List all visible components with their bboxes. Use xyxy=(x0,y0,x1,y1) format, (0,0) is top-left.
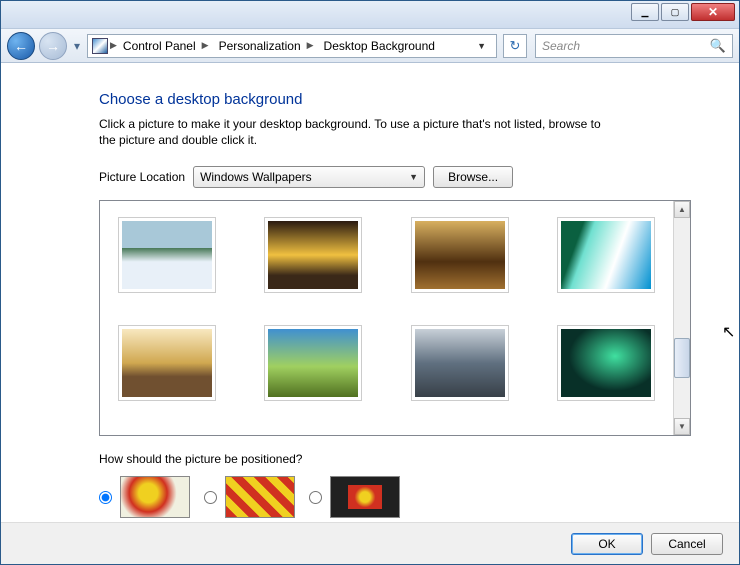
picture-location-value: Windows Wallpapers xyxy=(200,170,312,184)
maximize-button[interactable]: ▢ xyxy=(661,3,689,21)
scroll-down-button[interactable]: ▼ xyxy=(674,418,690,435)
scrollbar[interactable]: ▲ ▼ xyxy=(673,201,690,435)
wallpaper-thumb[interactable] xyxy=(264,325,362,401)
breadcrumb-personalization[interactable]: Personalization ▶ xyxy=(215,35,318,57)
page-title: Choose a desktop background xyxy=(99,91,691,108)
back-button[interactable]: ← xyxy=(7,32,35,60)
breadcrumb-label: Personalization xyxy=(219,39,301,53)
breadcrumb-label: Desktop Background xyxy=(324,39,435,53)
address-dropdown-icon[interactable]: ▼ xyxy=(471,41,492,51)
chevron-right-icon[interactable]: ▶ xyxy=(202,40,209,51)
position-preview-tile xyxy=(225,476,295,518)
desktop-background-window: ▁ ▢ ✕ ← → ▾ ▶ Control Panel ▶ Personaliz… xyxy=(0,0,740,565)
forward-button[interactable]: → xyxy=(39,32,67,60)
position-option-tile[interactable] xyxy=(204,476,295,518)
chevron-right-icon[interactable]: ▶ xyxy=(307,40,314,51)
browse-button[interactable]: Browse... xyxy=(433,166,513,188)
instructions-text: Click a picture to make it your desktop … xyxy=(99,116,619,148)
picture-location-label: Picture Location xyxy=(99,170,185,184)
wallpaper-thumb[interactable] xyxy=(264,217,362,293)
breadcrumb-label: Control Panel xyxy=(123,39,196,53)
wallpaper-list-pane: ▲ ▼ xyxy=(99,200,691,436)
picture-location-select[interactable]: Windows Wallpapers ▼ xyxy=(193,166,425,188)
scroll-up-button[interactable]: ▲ xyxy=(674,201,690,218)
wallpaper-thumb[interactable] xyxy=(411,325,509,401)
control-panel-icon xyxy=(92,38,108,54)
position-option-center[interactable] xyxy=(309,476,400,518)
wallpaper-thumb[interactable] xyxy=(411,217,509,293)
search-placeholder: Search xyxy=(542,39,580,53)
picture-location-row: Picture Location Windows Wallpapers ▼ Br… xyxy=(99,166,691,188)
ok-button[interactable]: OK xyxy=(571,533,643,555)
position-option-stretch[interactable] xyxy=(99,476,190,518)
wallpaper-thumb[interactable] xyxy=(118,217,216,293)
position-options-row xyxy=(99,476,691,518)
chevron-down-icon: ▼ xyxy=(409,172,418,182)
position-preview-stretch xyxy=(120,476,190,518)
search-icon: 🔍 xyxy=(710,38,726,54)
titlebar: ▁ ▢ ✕ xyxy=(1,1,739,29)
wallpaper-thumb[interactable] xyxy=(557,325,655,401)
wallpaper-thumb[interactable] xyxy=(557,217,655,293)
minimize-button[interactable]: ▁ xyxy=(631,3,659,21)
position-question: How should the picture be positioned? xyxy=(99,452,691,466)
chevron-right-icon[interactable]: ▶ xyxy=(110,40,117,51)
breadcrumb-control-panel[interactable]: Control Panel ▶ xyxy=(119,35,213,57)
navigation-bar: ← → ▾ ▶ Control Panel ▶ Personalization … xyxy=(1,29,739,63)
scroll-thumb[interactable] xyxy=(674,338,690,378)
content-pane: Choose a desktop background Click a pict… xyxy=(1,63,739,522)
address-bar[interactable]: ▶ Control Panel ▶ Personalization ▶ Desk… xyxy=(87,34,497,58)
close-button[interactable]: ✕ xyxy=(691,3,735,21)
wallpaper-grid xyxy=(100,201,673,435)
cancel-button[interactable]: Cancel xyxy=(651,533,723,555)
wallpaper-thumb[interactable] xyxy=(118,325,216,401)
breadcrumb-desktop-background[interactable]: Desktop Background xyxy=(320,35,439,57)
position-radio-stretch[interactable] xyxy=(99,491,112,504)
refresh-button[interactable]: ↻ xyxy=(503,34,527,58)
position-radio-center[interactable] xyxy=(309,491,322,504)
dialog-footer: OK Cancel xyxy=(1,522,739,564)
position-preview-center xyxy=(330,476,400,518)
search-input[interactable]: Search 🔍 xyxy=(535,34,733,58)
position-radio-tile[interactable] xyxy=(204,491,217,504)
scroll-track[interactable] xyxy=(674,218,690,418)
nav-history-dropdown[interactable]: ▾ xyxy=(71,36,83,56)
